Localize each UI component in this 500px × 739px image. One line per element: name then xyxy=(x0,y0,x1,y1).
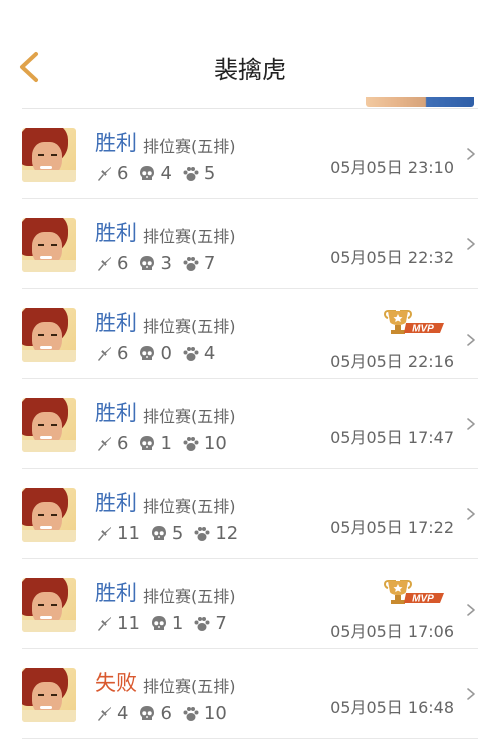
page-title: 裴擒虎 xyxy=(214,56,286,84)
sword-icon xyxy=(98,436,111,451)
match-time: 05月05日 17:22 xyxy=(330,518,454,537)
hero-avatar xyxy=(22,668,76,722)
match-result: 胜利 xyxy=(95,221,137,245)
assists-stat: 10 xyxy=(182,433,227,454)
sword-icon xyxy=(98,256,111,271)
match-time: 05月05日 22:32 xyxy=(330,248,454,267)
skull-icon xyxy=(140,345,155,360)
kills-stat: 11 xyxy=(95,523,140,544)
hero-avatar xyxy=(22,398,76,452)
match-time: 05月05日 22:16 xyxy=(330,352,454,371)
chevron-right-icon xyxy=(467,604,475,616)
match-row[interactable]: 胜利 排位赛(五排) 11 1 7 MVP 05月05日 17:06 xyxy=(22,559,478,649)
hero-avatar xyxy=(22,308,76,362)
deaths-stat: 0 xyxy=(138,343,172,364)
match-row[interactable]: 胜利 排位赛(五排) 11 5 12 05月05日 17:22 xyxy=(22,469,478,559)
hero-avatar xyxy=(22,128,76,182)
match-time: 05月05日 16:48 xyxy=(330,698,454,717)
match-result: 胜利 xyxy=(95,131,137,155)
match-list: 胜利 排位赛(五排) 6 4 5 05月05日 23:10 胜利 排位赛(五排)… xyxy=(0,109,500,739)
svg-text:MVP: MVP xyxy=(412,324,434,335)
assists-stat: 4 xyxy=(182,343,215,364)
chevron-right-icon xyxy=(467,508,475,520)
match-mode: 排位赛(五排) xyxy=(143,137,236,156)
match-mode: 排位赛(五排) xyxy=(143,227,236,246)
match-result: 胜利 xyxy=(95,401,137,425)
match-row[interactable]: 胜利 排位赛(五排) 6 3 7 05月05日 22:32 xyxy=(22,199,478,289)
kills-stat: 6 xyxy=(95,433,128,454)
deaths-stat: 5 xyxy=(150,523,183,544)
chevron-right-icon xyxy=(467,334,475,346)
kda-stats: 6 0 4 xyxy=(95,343,225,364)
sword-icon xyxy=(98,166,111,181)
skull-icon xyxy=(140,255,155,270)
kda-stats: 6 3 7 xyxy=(95,253,225,274)
mvp-badge-icon: MVP xyxy=(384,310,444,335)
hero-avatar xyxy=(22,488,76,542)
match-time: 05月05日 17:06 xyxy=(330,622,454,641)
deaths-stat: 1 xyxy=(150,613,183,634)
deaths-stat: 6 xyxy=(138,703,172,724)
skull-icon xyxy=(151,615,166,630)
kda-stats: 6 1 10 xyxy=(95,433,237,454)
match-row[interactable]: 失败 排位赛(五排) 4 6 10 05月05日 16:48 xyxy=(22,649,478,739)
kills-stat: 11 xyxy=(95,613,140,634)
match-time: 05月05日 23:10 xyxy=(330,158,454,177)
match-mode: 排位赛(五排) xyxy=(143,677,236,696)
sword-icon xyxy=(98,616,111,631)
skull-icon xyxy=(151,525,166,540)
kills-stat: 6 xyxy=(95,253,128,274)
paw-icon xyxy=(183,166,199,181)
match-mode: 排位赛(五排) xyxy=(143,407,236,426)
paw-icon xyxy=(194,616,210,631)
hero-avatar xyxy=(22,218,76,272)
kda-stats: 11 5 12 xyxy=(95,523,248,544)
match-result: 失败 xyxy=(95,671,137,695)
assists-stat: 10 xyxy=(182,703,227,724)
match-row[interactable]: 胜利 排位赛(五排) 6 0 4 MVP 05月05日 22:16 xyxy=(22,289,478,379)
match-result: 胜利 xyxy=(95,311,137,335)
sword-icon xyxy=(98,526,111,541)
match-row[interactable]: 胜利 排位赛(五排) 6 1 10 05月05日 17:47 xyxy=(22,379,478,469)
skull-icon xyxy=(140,165,155,180)
match-mode: 排位赛(五排) xyxy=(143,587,236,606)
assists-stat: 5 xyxy=(182,163,215,184)
match-result: 胜利 xyxy=(95,581,137,605)
kills-stat: 4 xyxy=(95,703,128,724)
svg-text:MVP: MVP xyxy=(412,594,434,605)
assists-stat: 7 xyxy=(182,253,215,274)
kda-stats: 6 4 5 xyxy=(95,163,225,184)
deaths-stat: 1 xyxy=(138,433,172,454)
paw-icon xyxy=(183,436,199,451)
chevron-right-icon xyxy=(467,688,475,700)
chevron-right-icon xyxy=(467,418,475,430)
kills-stat: 6 xyxy=(95,163,128,184)
paw-icon xyxy=(194,526,210,541)
assists-stat: 12 xyxy=(193,523,238,544)
deaths-stat: 4 xyxy=(138,163,172,184)
match-mode: 排位赛(五排) xyxy=(143,317,236,336)
match-mode: 排位赛(五排) xyxy=(143,497,236,516)
paw-icon xyxy=(183,346,199,361)
assists-stat: 7 xyxy=(193,613,227,634)
match-row[interactable]: 胜利 排位赛(五排) 6 4 5 05月05日 23:10 xyxy=(22,109,478,199)
skull-icon xyxy=(140,705,155,720)
kills-stat: 6 xyxy=(95,343,128,364)
kda-stats: 11 1 7 xyxy=(95,613,237,634)
deaths-stat: 3 xyxy=(138,253,172,274)
paw-icon xyxy=(183,706,199,721)
mvp-badge-icon: MVP xyxy=(384,580,444,605)
chevron-right-icon xyxy=(467,148,475,160)
sword-icon xyxy=(98,346,111,361)
hero-banner-peek xyxy=(366,97,474,107)
skull-icon xyxy=(140,435,155,450)
paw-icon xyxy=(183,256,199,271)
chevron-right-icon xyxy=(467,238,475,250)
match-result: 胜利 xyxy=(95,491,137,515)
header-bar: 裴擒虎 xyxy=(0,0,500,108)
hero-avatar xyxy=(22,578,76,632)
sword-icon xyxy=(98,706,111,721)
match-time: 05月05日 17:47 xyxy=(330,428,454,447)
kda-stats: 4 6 10 xyxy=(95,703,237,724)
